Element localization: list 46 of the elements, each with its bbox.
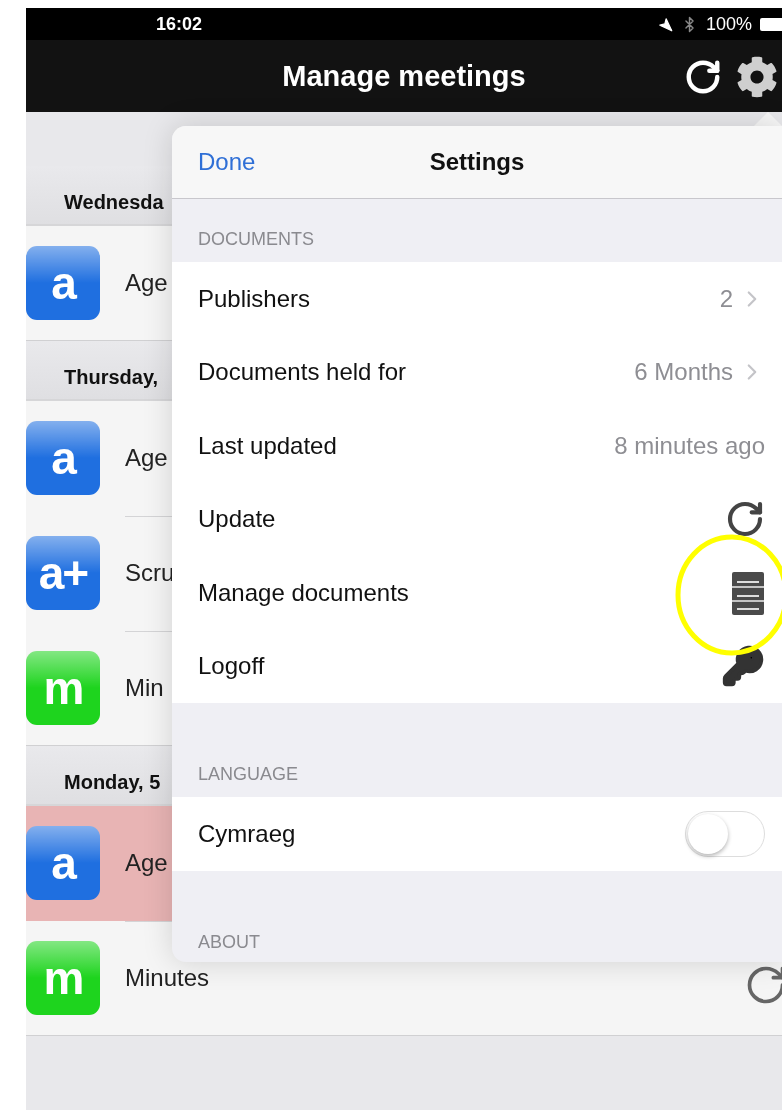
settings-row[interactable]: Logoff (172, 629, 782, 703)
filing-cabinet-icon[interactable] (731, 569, 765, 616)
setting-label: Update (198, 505, 277, 534)
document-type-icon: a (26, 246, 100, 320)
status-time: 16:02 (156, 13, 204, 35)
settings-row[interactable]: Update (172, 482, 782, 556)
settings-row[interactable]: Manage documents (172, 556, 782, 630)
setting-value: 6 Months (634, 358, 733, 387)
section-header: LANGUAGE (198, 764, 299, 785)
location-icon (657, 16, 673, 32)
battery-percent: 100% (705, 13, 752, 35)
setting-label: Documents held for (198, 358, 408, 387)
setting-label: Logoff (198, 652, 266, 681)
setting-label: Last updated (198, 431, 338, 460)
document-type-icon: a (26, 421, 100, 495)
meeting-title: Minutes (125, 964, 210, 992)
meeting-title: Age (125, 269, 168, 297)
screen-title: Manage meetings (282, 59, 526, 93)
battery-icon (760, 17, 782, 31)
popover-title: Settings (429, 148, 525, 176)
document-type-icon: a (26, 826, 100, 900)
setting-value: 2 (719, 284, 733, 313)
setting-value: 8 minutes ago (614, 431, 765, 460)
settings-row[interactable]: Cymraeg (172, 797, 782, 871)
document-type-icon: m (26, 941, 100, 1015)
document-type-icon: m (26, 651, 100, 725)
setting-label: Cymraeg (198, 819, 297, 848)
settings-row[interactable]: Publishers 2 (172, 262, 782, 336)
settings-button[interactable] (736, 56, 778, 98)
date-label: Thursday, (64, 366, 159, 389)
meeting-title: Age (125, 444, 168, 472)
setting-label: Manage documents (198, 578, 410, 607)
done-button[interactable]: Done (198, 148, 256, 176)
date-label: Wednesda (64, 191, 164, 214)
section-header: ABOUT (198, 931, 260, 953)
date-label: Monday, 5 (64, 771, 161, 794)
meeting-title: Min (125, 674, 164, 702)
document-type-icon: a+ (26, 536, 100, 610)
meeting-title: Age (125, 849, 168, 877)
setting-label: Publishers (198, 284, 312, 313)
refresh-button[interactable] (684, 58, 722, 96)
settings-row[interactable]: Last updated 8 minutes ago (172, 409, 782, 483)
toggle-switch[interactable] (685, 810, 765, 857)
key-icon[interactable] (721, 644, 765, 689)
section-header: DOCUMENTS (198, 229, 314, 250)
settings-row[interactable]: Documents held for 6 Months (172, 335, 782, 409)
